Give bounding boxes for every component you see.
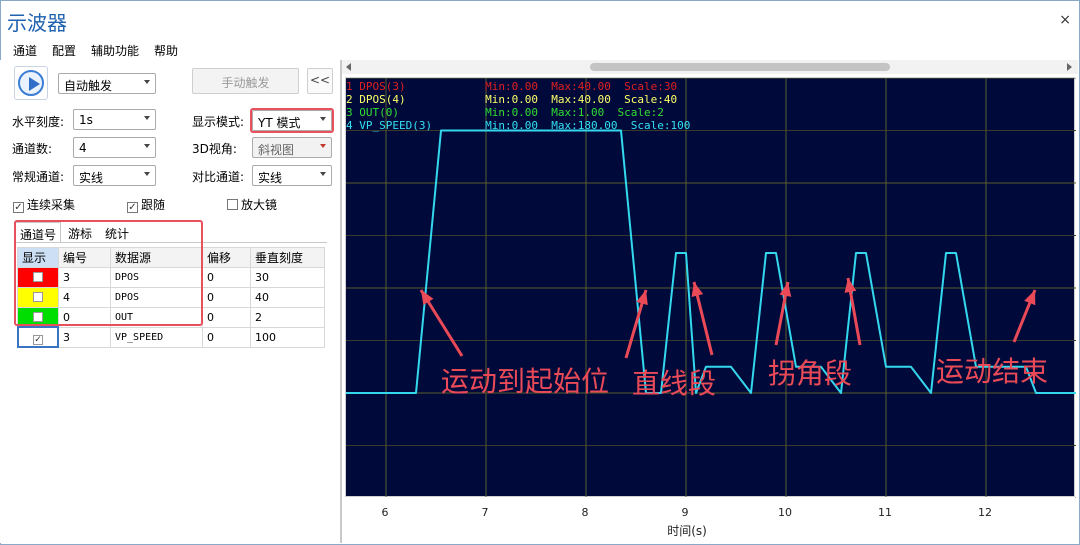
menu-channel[interactable]: 通道 <box>13 42 37 59</box>
chevron-down-icon <box>320 144 326 148</box>
annotation-corner: 拐角段 <box>768 357 853 390</box>
legend-entry: 4 VP_SPEED(3) Min:0.00 Max:180.00 Scale:… <box>346 119 691 132</box>
normal-channel-value: 实线 <box>79 171 104 185</box>
legend-entry: 1 DPOS(3) Min:0.00 Max:40.00 Scale:30 <box>346 80 678 93</box>
trigger-mode-select[interactable]: 自动触发 <box>58 73 156 94</box>
offset-cell[interactable]: 0 <box>202 307 251 328</box>
chevron-down-icon <box>144 116 150 120</box>
legend-entry: 3 OUT(0) Min:0.00 Max:1.00 Scale:2 <box>346 106 664 119</box>
offset-cell[interactable]: 0 <box>202 287 251 308</box>
close-icon[interactable]: × <box>1059 12 1071 28</box>
x-tick-label: 10 <box>778 506 792 519</box>
col-offset[interactable]: 偏移 <box>202 247 251 268</box>
h-scale-label: 水平刻度: <box>12 115 65 129</box>
offset-cell[interactable]: 0 <box>202 327 251 348</box>
chevron-down-icon <box>144 80 150 84</box>
h-scale-select[interactable]: 1s <box>73 109 156 130</box>
annotation-end: 运动结束 <box>936 355 1049 388</box>
compare-channel-select[interactable]: 实线 <box>252 165 332 186</box>
vscale-cell[interactable]: 100 <box>250 327 325 348</box>
view3d-select[interactable]: 斜视图 <box>252 137 332 158</box>
collapse-button[interactable]: << <box>307 68 333 94</box>
source-cell: VP_SPEED <box>110 327 203 348</box>
manual-trigger-button[interactable]: 手动触发 <box>192 68 299 94</box>
x-tick-label: 11 <box>878 506 892 519</box>
play-icon <box>18 70 44 96</box>
menu-config[interactable]: 配置 <box>52 42 76 59</box>
annotation-straight: 直线段 <box>632 367 717 400</box>
follow-label: 跟随 <box>141 198 166 212</box>
trigger-mode-value: 自动触发 <box>64 79 113 93</box>
x-tick-label: 12 <box>978 506 992 519</box>
x-tick-label: 7 <box>481 506 489 519</box>
run-button[interactable] <box>14 66 48 100</box>
checkbox-icon <box>227 199 238 210</box>
scroll-thumb[interactable] <box>590 63 890 71</box>
row-focus-frame <box>17 326 59 348</box>
continuous-checkbox[interactable]: ✓ 连续采集 <box>13 196 75 213</box>
magnifier-checkbox[interactable]: 放大镜 <box>227 196 277 213</box>
menu-assist[interactable]: 辅助功能 <box>91 42 139 59</box>
annotation-start: 运动到起始位 <box>441 365 610 398</box>
channels-label: 通道数: <box>12 142 53 156</box>
col-vscale[interactable]: 垂直刻度 <box>250 247 325 268</box>
display-mode-label: 显示模式: <box>192 115 245 129</box>
view3d-label: 3D视角: <box>192 142 237 156</box>
follow-checkbox[interactable]: ✓ 跟随 <box>127 196 165 213</box>
table-highlight <box>14 220 203 326</box>
x-tick-label: 6 <box>381 506 389 519</box>
h-scale-value: 1s <box>79 113 93 127</box>
x-tick-label: 9 <box>681 506 689 519</box>
scope-plot[interactable]: 1 DPOS(3) Min:0.00 Max:40.00 Scale:30 2 D… <box>345 77 1076 499</box>
channels-value: 4 <box>79 141 87 155</box>
legend-entry: 2 DPOS(4) Min:0.00 Max:40.00 Scale:40 <box>346 93 678 106</box>
checkbox-icon: ✓ <box>13 202 24 213</box>
view3d-value: 斜视图 <box>258 143 295 157</box>
normal-channel-select[interactable]: 实线 <box>73 165 156 186</box>
display-mode-highlight <box>250 108 334 133</box>
num-cell: 3 <box>58 327 111 348</box>
vscale-cell[interactable]: 30 <box>250 267 325 288</box>
checkbox-icon: ✓ <box>127 202 138 213</box>
panel-divider[interactable] <box>340 60 342 543</box>
normal-channel-label: 常规通道: <box>12 170 65 184</box>
channels-select[interactable]: 4 <box>73 137 156 158</box>
horizontal-scrollbar[interactable] <box>342 60 1078 74</box>
vscale-cell[interactable]: 40 <box>250 287 325 308</box>
x-axis-label: 时间(s) <box>667 524 707 538</box>
scroll-right-icon[interactable] <box>1067 63 1072 71</box>
x-axis: 6 7 8 9 10 11 12 时间(s) <box>345 497 1075 541</box>
menu-help[interactable]: 帮助 <box>154 42 178 59</box>
x-tick-label: 8 <box>581 506 589 519</box>
vscale-cell[interactable]: 2 <box>250 307 325 328</box>
chevron-down-icon <box>320 172 326 176</box>
continuous-label: 连续采集 <box>27 198 76 212</box>
table-row[interactable]: ✓ 3 VP_SPEED 0 100 <box>17 327 325 348</box>
compare-channel-value: 实线 <box>258 171 283 185</box>
scope-svg <box>346 77 1076 499</box>
magnifier-label: 放大镜 <box>241 198 278 212</box>
compare-channel-label: 对比通道: <box>192 170 245 184</box>
window-title: 示波器 <box>7 11 67 35</box>
scroll-left-icon[interactable] <box>346 63 351 71</box>
chevron-down-icon <box>144 172 150 176</box>
offset-cell[interactable]: 0 <box>202 267 251 288</box>
chevron-down-icon <box>144 144 150 148</box>
menu-bar: 通道 配置 辅助功能 帮助 <box>1 39 1079 61</box>
title-bar: 示波器 × <box>1 1 1079 39</box>
